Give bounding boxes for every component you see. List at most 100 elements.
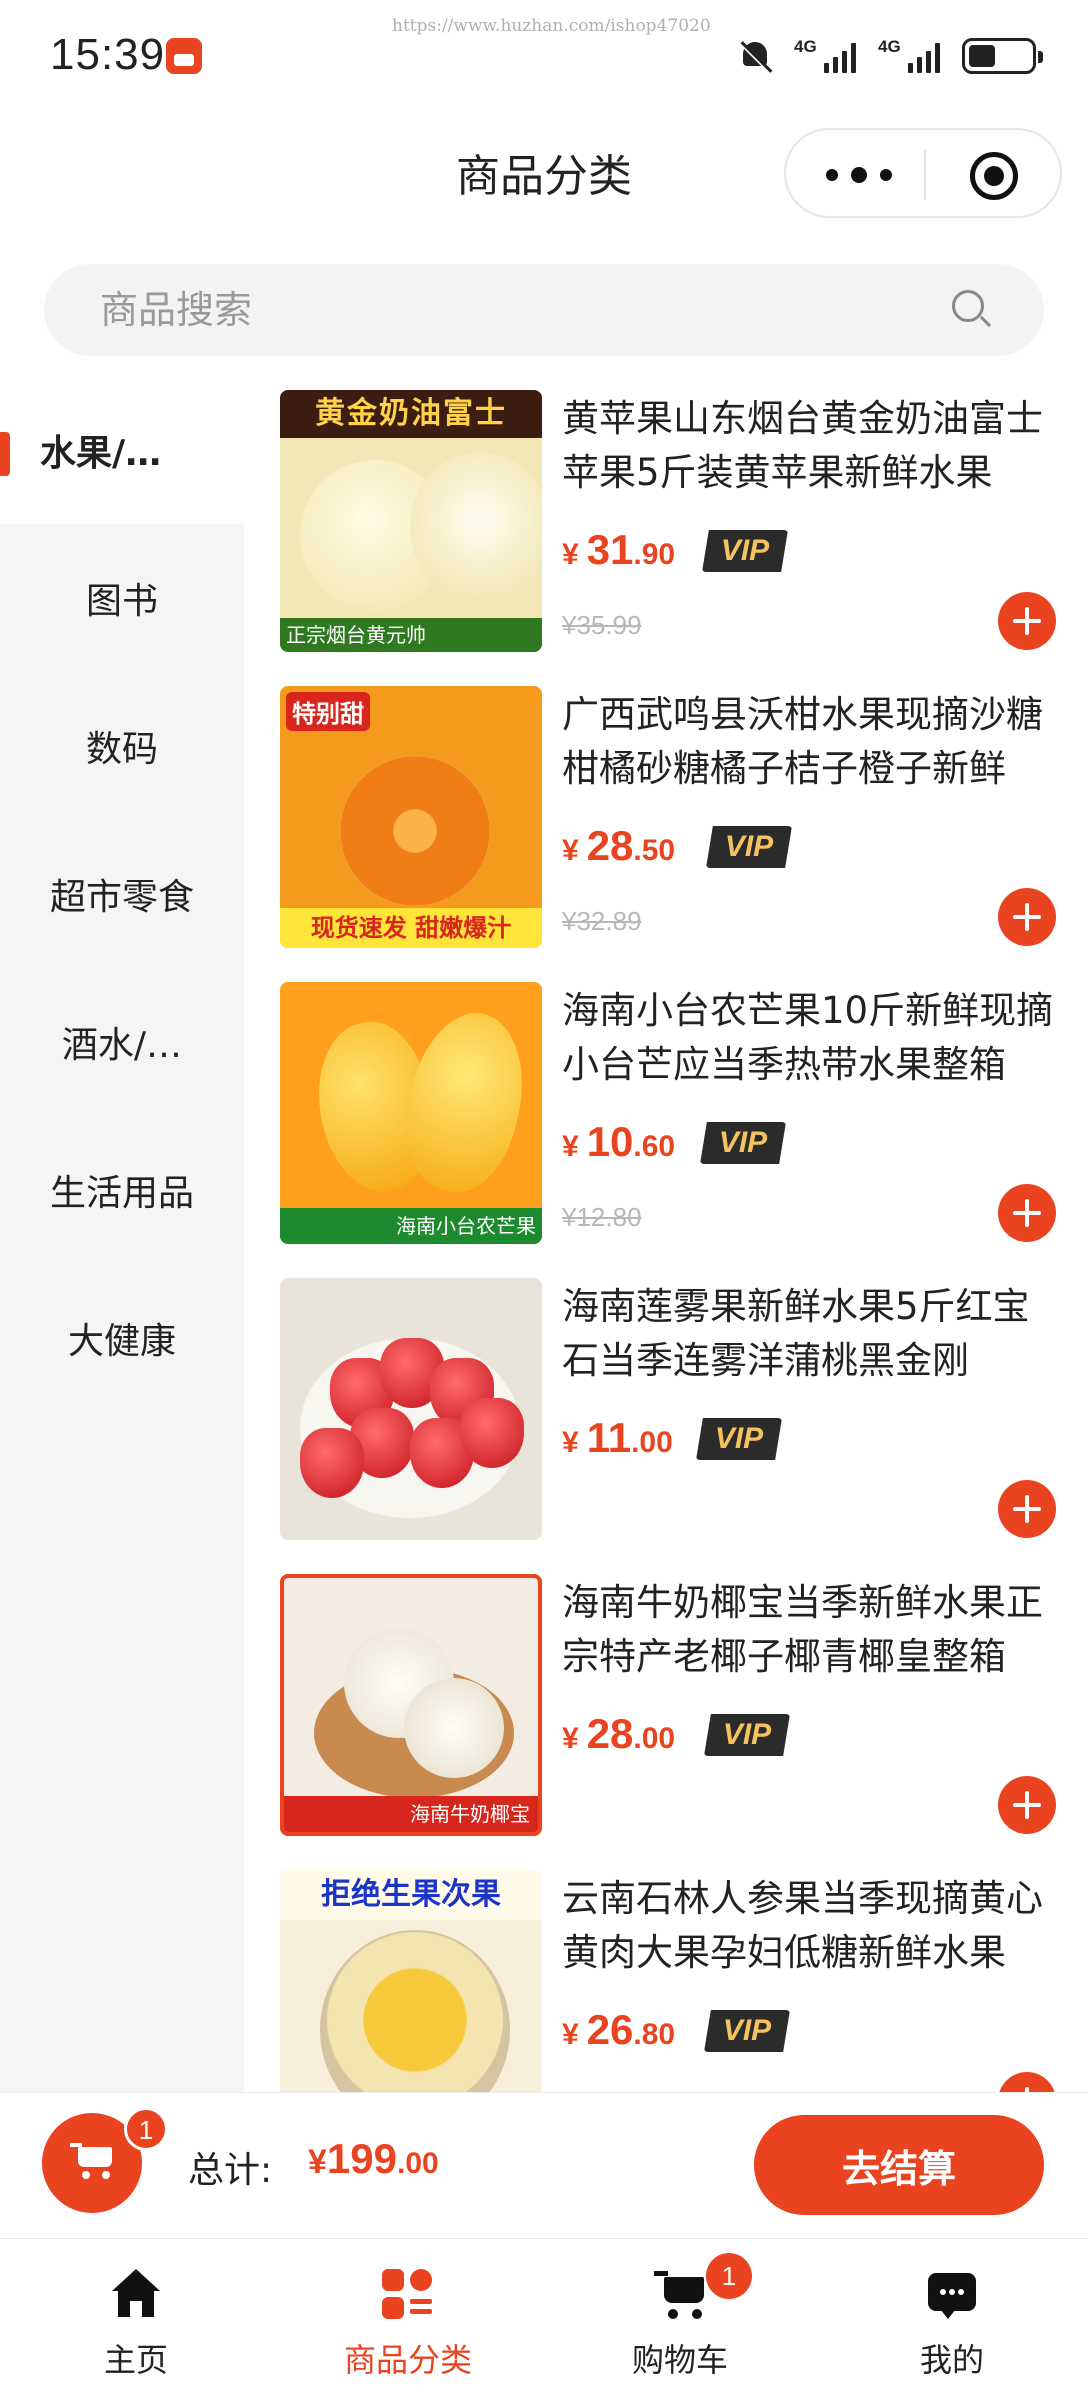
image-footer: 海南牛奶椰宝 — [284, 1796, 538, 1832]
tab-label: 商品分类 — [343, 2341, 472, 2379]
category-sidebar: 水果/… 图书 数码 超市零食 酒水/… 生活用品 大健康 — [0, 376, 244, 2092]
battery-icon — [962, 38, 1043, 74]
product-image[interactable]: 海南小台农芒果 — [280, 982, 542, 1244]
sidebar-item-health[interactable]: 大健康 — [0, 1264, 244, 1412]
sidebar-item-digital[interactable]: 数码 — [0, 672, 244, 820]
add-to-cart-button[interactable] — [998, 2072, 1056, 2092]
cart-tab-badge: 1 — [706, 2253, 752, 2299]
tab-label: 购物车 — [631, 2341, 728, 2379]
checkout-button[interactable]: 去结算 — [754, 2115, 1044, 2215]
total-decimal: .00 — [397, 2147, 439, 2180]
original-price: ¥12.80 — [562, 1202, 642, 1232]
product-image[interactable]: 海南牛奶椰宝 — [280, 1574, 542, 1836]
add-to-cart-button[interactable] — [998, 1480, 1056, 1538]
product-card[interactable]: 海南小台农芒果 海南小台农芒果10斤新鲜现摘小台芒应当季热带水果整箱 ¥10.6… — [244, 974, 1088, 1270]
product-card[interactable]: 海南牛奶椰宝 海南牛奶椰宝当季新鲜水果正宗特产老椰子椰青椰皇整箱 ¥28.00 … — [244, 1566, 1088, 1862]
home-icon — [110, 2269, 162, 2321]
add-to-cart-button[interactable] — [998, 1776, 1056, 1834]
signal-icon: 4G — [794, 37, 856, 73]
category-icon — [382, 2269, 434, 2321]
capsule-divider — [924, 150, 926, 200]
more-icon[interactable] — [826, 160, 892, 190]
vip-badge: VIP — [696, 1418, 782, 1460]
price-decimal: .50 — [633, 834, 676, 867]
sidebar-item-snacks[interactable]: 超市零食 — [0, 820, 244, 968]
sidebar-item-drinks[interactable]: 酒水/… — [0, 968, 244, 1116]
price-currency: ¥ — [562, 1426, 579, 1459]
sidebar-item-books[interactable]: 图书 — [0, 524, 244, 672]
sidebar-item-daily[interactable]: 生活用品 — [0, 1116, 244, 1264]
price-decimal: .90 — [633, 538, 676, 571]
search-input[interactable] — [100, 264, 950, 356]
tab-label: 我的 — [919, 2341, 984, 2379]
total-label: 总计: — [188, 2150, 273, 2191]
close-target-icon[interactable] — [970, 152, 1018, 200]
product-price: ¥31.90 — [562, 526, 675, 574]
total-currency: ¥ — [308, 2143, 327, 2181]
product-title[interactable]: 云南石林人参果当季现摘黄心黄肉大果孕妇低糖新鲜水果 — [562, 1872, 1062, 1980]
original-price: ¥32.89 — [562, 906, 642, 936]
price-integer: 11 — [586, 1414, 632, 1461]
image-caption: 特别甜 — [286, 692, 370, 731]
tab-label: 主页 — [103, 2341, 168, 2379]
image-footer: 海南小台农芒果 — [280, 1208, 542, 1244]
status-bar: 15:39 https://www.huzhan.com/ishop47020 … — [0, 0, 1088, 110]
price-currency: ¥ — [562, 1130, 579, 1163]
cart-icon — [654, 2269, 706, 2321]
product-image[interactable]: 黄金奶油富士 正宗烟台黄元帅 — [280, 390, 542, 652]
product-image[interactable] — [280, 1278, 542, 1540]
search-bar[interactable] — [44, 264, 1044, 356]
product-title[interactable]: 广西武鸣县沃柑水果现摘沙糖柑橘砂糖橘子桔子橙子新鲜 — [562, 688, 1062, 796]
tab-category[interactable]: 商品分类 — [272, 2239, 544, 2400]
price-decimal: .80 — [633, 2018, 676, 2051]
status-time: 15:39 — [50, 30, 166, 79]
price-decimal: .60 — [633, 1130, 676, 1163]
original-price: ¥35.99 — [562, 610, 642, 640]
product-price: ¥28.00 — [562, 1710, 675, 1758]
cart-count-badge: 1 — [124, 2107, 168, 2151]
product-title[interactable]: 海南莲雾果新鲜水果5斤红宝石当季连雾洋蒲桃黑金刚 — [562, 1280, 1062, 1388]
tab-cart[interactable]: 1 购物车 — [544, 2239, 816, 2400]
product-title[interactable]: 海南牛奶椰宝当季新鲜水果正宗特产老椰子椰青椰皇整箱 — [562, 1576, 1062, 1684]
product-price: ¥10.60 — [562, 1118, 675, 1166]
product-card[interactable]: 特别甜 现货速发 甜嫩爆汁 广西武鸣县沃柑水果现摘沙糖柑橘砂糖橘子桔子橙子新鲜 … — [244, 678, 1088, 974]
search-icon[interactable] — [952, 290, 992, 330]
product-card[interactable]: 黄金奶油富士 正宗烟台黄元帅 黄苹果山东烟台黄金奶油富士苹果5斤装黄苹果新鲜水果… — [244, 382, 1088, 678]
product-card[interactable]: 拒绝生果次果 云南石林人参果当季现摘黄心黄肉大果孕妇低糖新鲜水果 ¥26.80 … — [244, 1862, 1088, 2092]
price-decimal: .00 — [633, 1722, 676, 1755]
product-price: ¥11.00 — [562, 1414, 673, 1462]
vip-badge: VIP — [704, 1714, 790, 1756]
product-image[interactable]: 特别甜 现货速发 甜嫩爆汁 — [280, 686, 542, 948]
price-integer: 10 — [586, 1118, 634, 1165]
network-type: 4G — [794, 37, 817, 56]
sidebar-item-fruit[interactable]: 水果/… — [0, 376, 244, 524]
add-to-cart-button[interactable] — [998, 888, 1056, 946]
cart-summary-bar: 1 总计: ¥199.00 去结算 — [0, 2092, 1088, 2238]
product-card[interactable]: 海南莲雾果新鲜水果5斤红宝石当季连雾洋蒲桃黑金刚 ¥11.00 VIP — [244, 1270, 1088, 1566]
price-currency: ¥ — [562, 1722, 579, 1755]
miniprogram-capsule — [784, 128, 1062, 218]
price-currency: ¥ — [562, 834, 579, 867]
price-currency: ¥ — [562, 2018, 579, 2051]
product-title[interactable]: 黄苹果山东烟台黄金奶油富士苹果5斤装黄苹果新鲜水果 — [562, 392, 1062, 500]
product-price: ¥26.80 — [562, 2006, 675, 2054]
vip-badge: VIP — [700, 1122, 786, 1164]
product-price: ¥28.50 — [562, 822, 675, 870]
tab-me[interactable]: 我的 — [816, 2239, 1088, 2400]
vip-badge: VIP — [704, 2010, 790, 2052]
status-icons: 4G 4G — [738, 36, 1043, 76]
price-integer: 26 — [586, 2006, 634, 2053]
chat-icon — [926, 2269, 978, 2321]
product-image[interactable]: 拒绝生果次果 — [280, 1870, 542, 2092]
image-caption: 黄金奶油富士 — [280, 390, 542, 438]
bottom-tab-bar: 主页 商品分类 1 购物车 我的 — [0, 2238, 1088, 2400]
signal-icon-2: 4G — [878, 37, 940, 73]
vip-badge: VIP — [702, 530, 788, 572]
tab-home[interactable]: 主页 — [0, 2239, 272, 2400]
price-decimal: .00 — [631, 1426, 673, 1459]
add-to-cart-button[interactable] — [998, 592, 1056, 650]
product-list: 黄金奶油富士 正宗烟台黄元帅 黄苹果山东烟台黄金奶油富士苹果5斤装黄苹果新鲜水果… — [244, 376, 1088, 2092]
vip-badge: VIP — [706, 826, 792, 868]
add-to-cart-button[interactable] — [998, 1184, 1056, 1242]
product-title[interactable]: 海南小台农芒果10斤新鲜现摘小台芒应当季热带水果整箱 — [562, 984, 1062, 1092]
